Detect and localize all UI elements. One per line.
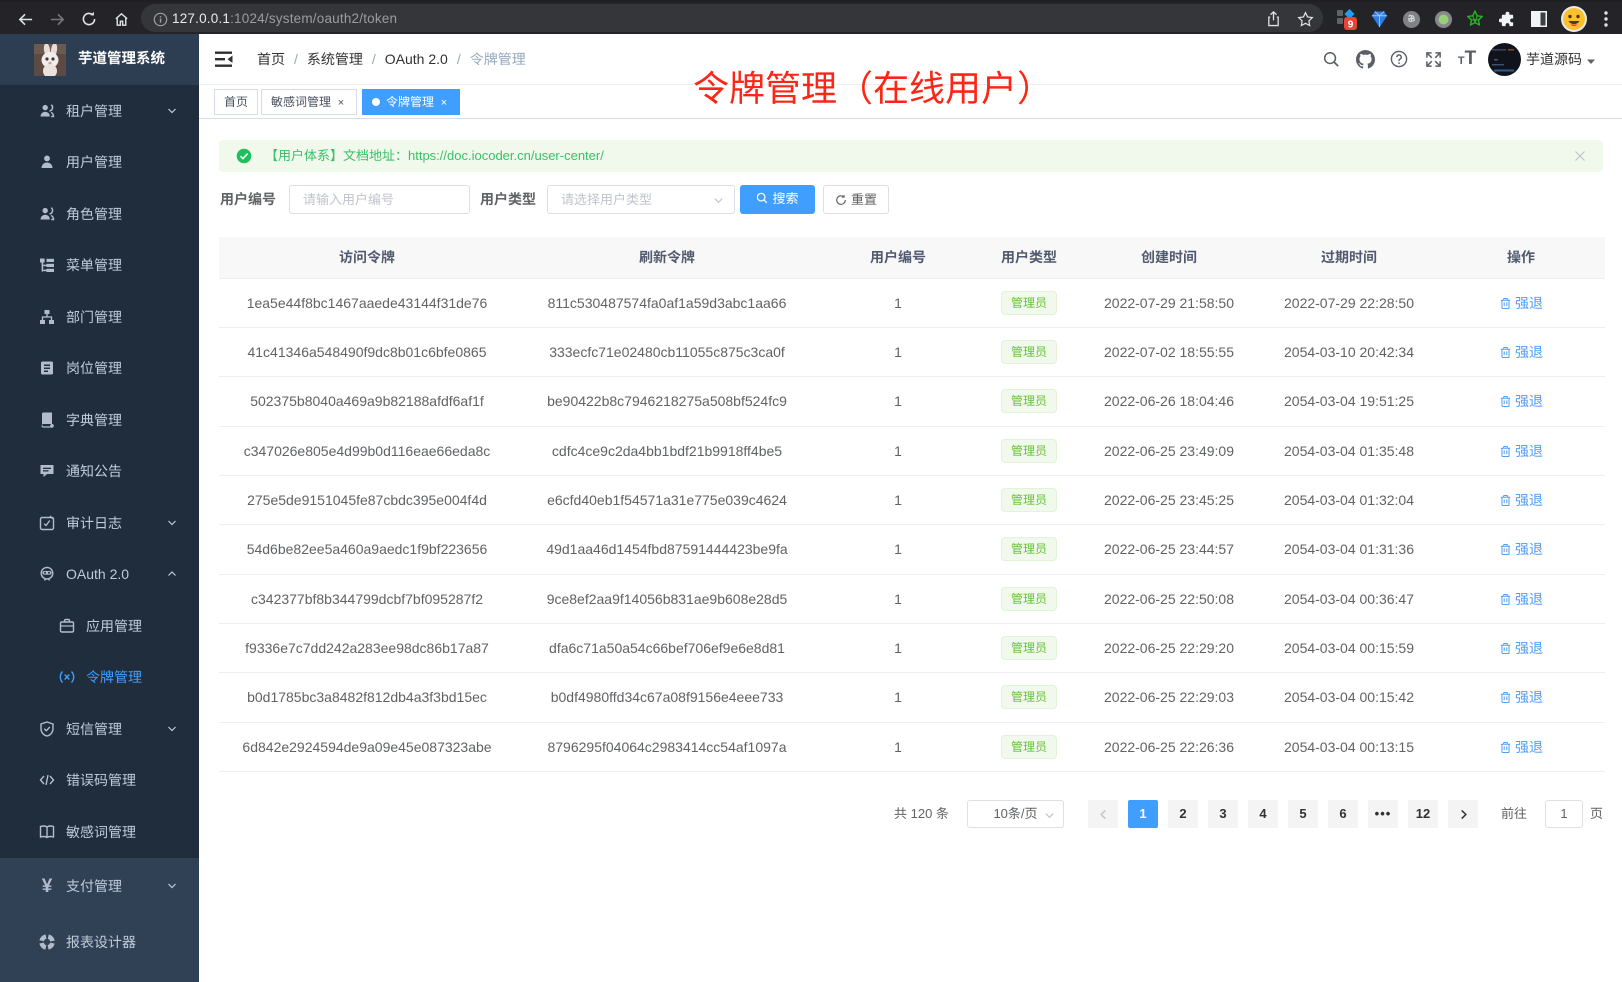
svg-text:9: 9 (1348, 20, 1354, 31)
